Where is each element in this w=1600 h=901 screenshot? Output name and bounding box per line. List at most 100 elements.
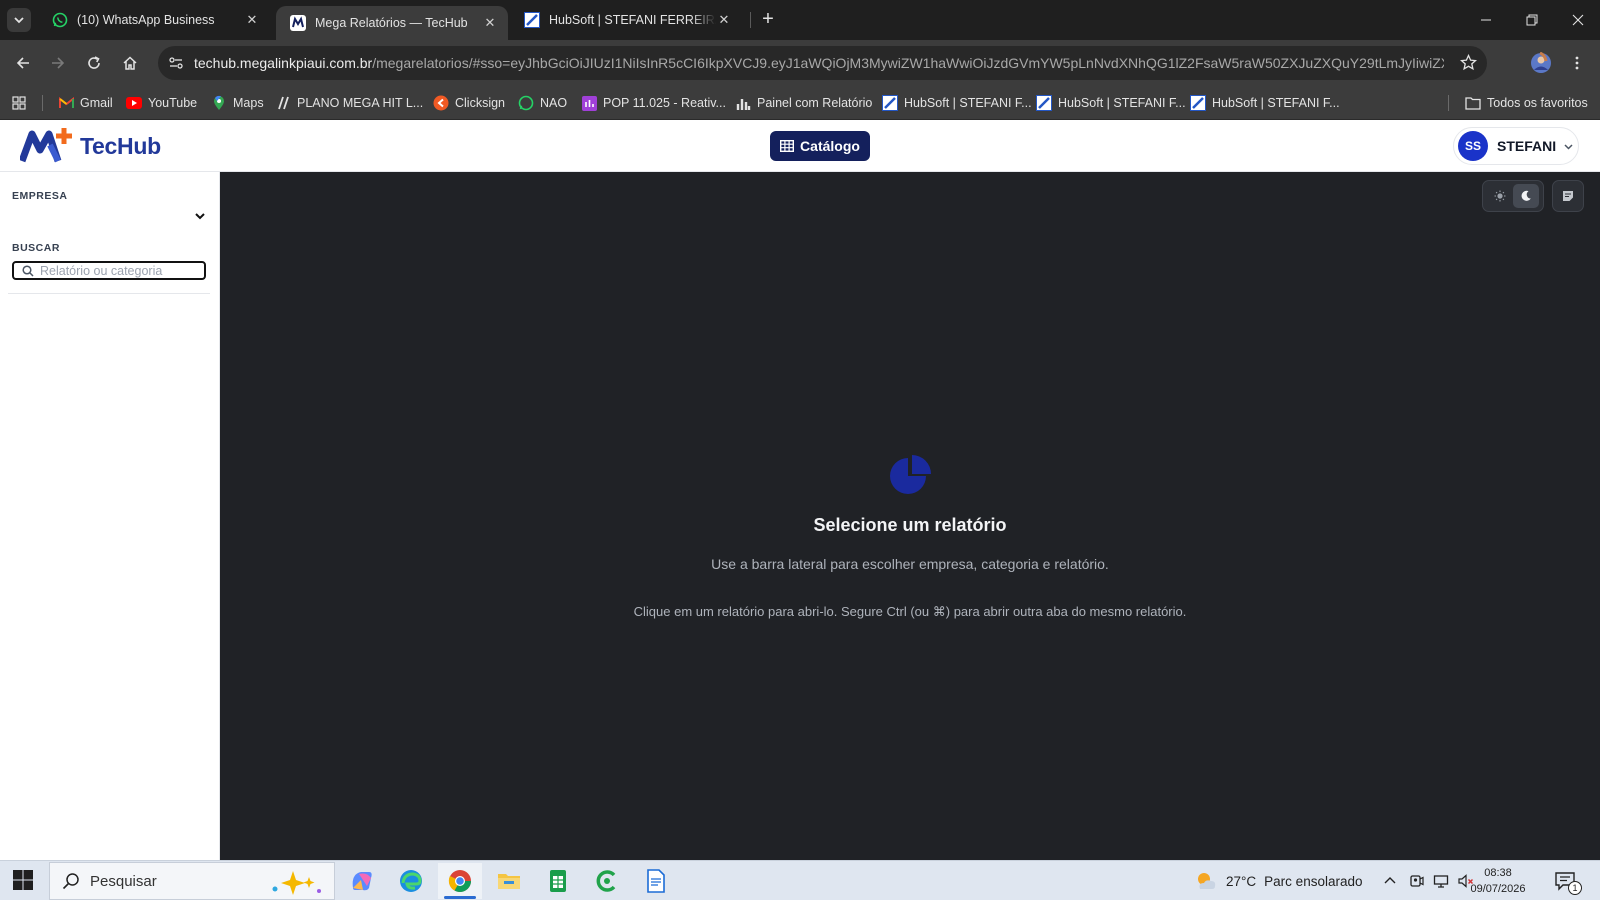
new-tab-button[interactable]: +: [758, 9, 778, 30]
bookmark-pop[interactable]: POP 11.025 - Reativ...: [581, 86, 726, 120]
taskbar-search[interactable]: Pesquisar: [49, 862, 335, 900]
tab-title: HubSoft | STEFANI FERREIRA DE: [549, 13, 716, 27]
gmail-icon: [58, 95, 74, 111]
bookmark-hubsoft-3[interactable]: HubSoft | STEFANI F...: [1190, 86, 1340, 120]
dark-theme-button[interactable]: [1513, 184, 1539, 208]
arrow-left-icon: [16, 57, 29, 69]
bookmark-label: YouTube: [148, 96, 198, 110]
meet-now-icon[interactable]: [1409, 873, 1425, 889]
sidebar-divider: [8, 293, 210, 294]
folder-icon: [1465, 95, 1481, 111]
catalog-button[interactable]: Catálogo: [770, 131, 870, 161]
bookmark-maps[interactable]: Maps: [211, 86, 264, 120]
close-window-button[interactable]: [1555, 0, 1600, 40]
network-icon[interactable]: [1433, 873, 1449, 889]
light-theme-button[interactable]: [1487, 184, 1513, 208]
arrow-right-icon: [52, 57, 65, 69]
restore-button[interactable]: [1509, 0, 1555, 40]
apps-button[interactable]: [11, 86, 33, 120]
close-icon[interactable]: ✕: [716, 12, 732, 28]
bookmark-plano[interactable]: PLANO MEGA HIT L...: [275, 86, 423, 120]
report-search-input[interactable]: [40, 263, 200, 278]
bookmark-star-icon[interactable]: [1460, 54, 1477, 71]
bookmark-label: HubSoft | STEFANI F...: [1058, 96, 1186, 110]
app-header: TecHub Catálogo SS STEFANI: [0, 120, 1600, 172]
bookmark-gmail[interactable]: Gmail: [58, 86, 113, 120]
taskbar-clock[interactable]: 08:38 09/07/2026: [1458, 865, 1538, 897]
sun-icon: [1494, 190, 1506, 202]
hubsoft-icon: [1190, 95, 1206, 111]
bookmark-label: POP 11.025 - Reativ...: [603, 96, 726, 110]
pie-chart-icon: [890, 455, 931, 494]
restore-icon: [1526, 14, 1538, 26]
clock-time: 08:38: [1484, 867, 1512, 879]
browser-tab-whatsapp[interactable]: (10) WhatsApp Business ✕: [38, 0, 270, 40]
note-icon: [1563, 191, 1573, 201]
document-icon: [647, 869, 665, 893]
taskbar-edge[interactable]: [389, 863, 433, 899]
close-icon: [1572, 14, 1584, 26]
table-grid-icon: [780, 140, 795, 152]
chevron-down-icon: [14, 17, 24, 24]
browser-toolbar: techub.megalinkpiaui.com.br/megarelatori…: [0, 40, 1600, 86]
chevron-down-icon: [195, 213, 205, 220]
taskbar-document[interactable]: [634, 863, 678, 899]
bookmark-label: Clicksign: [455, 96, 506, 110]
notification-center-button[interactable]: 1: [1555, 871, 1582, 895]
bookmark-hubsoft-1[interactable]: HubSoft | STEFANI F...: [882, 86, 1032, 120]
techub-logo[interactable]: TecHub: [20, 128, 161, 164]
report-search-box[interactable]: [12, 261, 206, 280]
taskbar-file-explorer[interactable]: [487, 863, 531, 899]
address-bar[interactable]: techub.megalinkpiaui.com.br/megarelatori…: [158, 46, 1487, 80]
bookmark-label: NAO: [540, 96, 568, 110]
minimize-button[interactable]: [1463, 0, 1509, 40]
taskbar-copilot[interactable]: [340, 863, 384, 899]
user-menu[interactable]: SS STEFANI: [1453, 127, 1579, 165]
windows-logo-icon: [13, 870, 33, 890]
taskbar-spreadsheet[interactable]: [536, 863, 580, 899]
taskbar-app-c[interactable]: [585, 863, 629, 899]
partly-sunny-icon: [1198, 873, 1216, 889]
weather-condition: Parc ensolarado: [1264, 873, 1363, 889]
empty-subtitle: Use a barra lateral para escolher empres…: [711, 556, 1109, 572]
url-text[interactable]: techub.megalinkpiaui.com.br/megarelatori…: [194, 55, 1444, 71]
bookmark-clicksign[interactable]: Clicksign: [433, 86, 505, 120]
bookmark-hubsoft-2[interactable]: HubSoft | STEFANI F...: [1036, 86, 1186, 120]
browser-menu-button[interactable]: [1565, 51, 1589, 75]
back-button[interactable]: [11, 51, 35, 75]
forward-button[interactable]: [46, 51, 70, 75]
all-bookmarks-folder[interactable]: Todos os favoritos: [1465, 86, 1588, 120]
chevron-down-icon: [1564, 143, 1573, 150]
bookmark-youtube[interactable]: YouTube: [126, 86, 197, 120]
tab-search-button[interactable]: [7, 8, 31, 32]
bookmark-label: Painel com Relatório: [757, 96, 873, 110]
sidebar: EMPRESA BUSCAR: [0, 172, 220, 860]
home-button[interactable]: [118, 51, 142, 75]
company-select[interactable]: [12, 206, 206, 228]
notification-count-badge: 1: [1568, 881, 1582, 895]
hubsoft-icon: [1036, 95, 1052, 111]
close-icon[interactable]: ✕: [244, 12, 260, 28]
avatar: SS: [1458, 131, 1488, 161]
taskbar-chrome[interactable]: [438, 863, 482, 899]
start-button[interactable]: [12, 869, 34, 891]
search-label: BUSCAR: [12, 242, 60, 254]
close-icon[interactable]: ✕: [482, 15, 498, 31]
show-hidden-icons-button[interactable]: [1383, 874, 1397, 888]
pop-icon: [581, 95, 597, 111]
browser-tab-hubsoft[interactable]: HubSoft | STEFANI FERREIRA DE ✕: [510, 0, 742, 40]
bookmark-nao[interactable]: NAO: [518, 86, 567, 120]
weather-widget[interactable]: 27°C Parc ensolarado: [1194, 861, 1362, 901]
bookmark-painel[interactable]: Painel com Relatório: [735, 86, 872, 120]
user-name: STEFANI: [1497, 138, 1557, 154]
browser-tab-techub[interactable]: Mega Relatórios — TecHub ✕: [276, 6, 508, 40]
bookmark-label: HubSoft | STEFANI F...: [1212, 96, 1340, 110]
techub-logo-icon: [20, 128, 72, 163]
profile-avatar[interactable]: [1528, 50, 1554, 76]
reload-button[interactable]: [82, 51, 106, 75]
notes-panel-button[interactable]: [1552, 180, 1584, 212]
theme-toggle[interactable]: [1482, 180, 1544, 212]
reload-icon: [88, 56, 100, 69]
site-info-icon[interactable]: [168, 55, 184, 71]
bookmark-label: PLANO MEGA HIT L...: [297, 96, 424, 110]
